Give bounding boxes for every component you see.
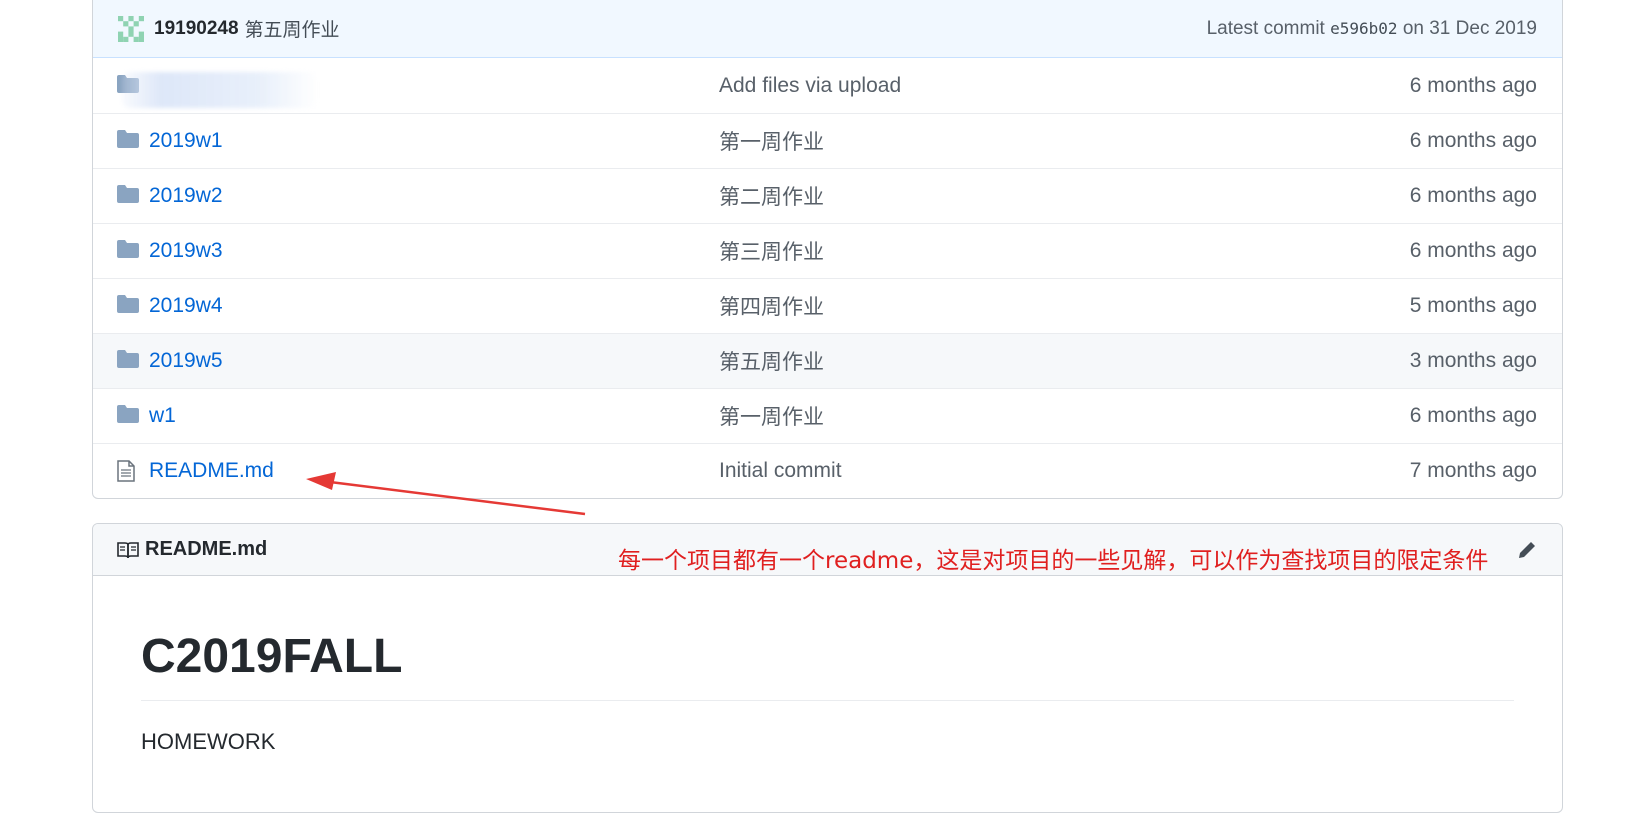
commit-age: 6 months ago [1409,129,1537,152]
latest-commit-bar: 19190248 第五周作业 Latest commit e596b02 on … [93,0,1562,58]
commit-date: on 31 Dec 2019 [1402,17,1537,39]
commit-message-link[interactable]: Initial commit [719,459,1410,483]
file-name-link[interactable]: 2019w3 [149,239,719,263]
file-name-link[interactable]: 2019w4 [149,294,719,318]
commit-message-link[interactable]: 第四周作业 [719,291,1410,321]
commit-age: 6 months ago [1409,184,1537,207]
latest-commit-label: Latest commit [1206,17,1325,39]
book-icon [117,541,139,559]
commit-age: 7 months ago [1409,459,1537,482]
commit-message-link[interactable]: 第五周作业 [719,346,1410,376]
readme-text: HOMEWORK [141,729,276,754]
commit-message-link[interactable]: Add files via upload [719,74,1410,98]
file-row[interactable]: 2019w2 第二周作业 6 months ago [93,168,1562,223]
folder-icon [117,130,139,152]
annotation-text: 每一个项目都有一个readme，这是对项目的一些见解，可以作为查找项目的限定条件 [618,548,1489,574]
folder-icon [117,240,139,262]
latest-commit-info: Latest commit e596b02 on 31 Dec 2019 [1207,18,1537,40]
file-row[interactable]: 2019w1 第一周作业 6 months ago [93,113,1562,168]
folder-icon [117,405,139,427]
file-icon [117,460,139,482]
file-name-link[interactable]: 2019w2 [149,184,719,208]
readme-title: C2019FALL [141,628,1514,701]
redacted-folder-name [122,72,318,108]
file-row[interactable]: README.md Initial commit 7 months ago [93,443,1562,498]
file-name-link[interactable]: w1 [149,404,719,428]
commit-age: 5 months ago [1409,294,1537,317]
commit-message[interactable]: 第五周作业 [245,15,340,42]
commit-author[interactable]: 19190248 [154,18,239,40]
file-name-link[interactable]: 2019w1 [149,129,719,153]
file-row[interactable]: w1 第一周作业 6 months ago [93,388,1562,443]
file-name-link[interactable]: 2019w5 [149,349,719,373]
commit-sha[interactable]: e596b02 [1330,19,1397,38]
commit-age: 3 months ago [1409,349,1537,372]
commit-age: 6 months ago [1409,73,1537,97]
folder-icon [117,295,139,317]
pencil-icon[interactable] [1516,539,1538,567]
commit-message-link[interactable]: 第三周作业 [719,236,1410,266]
avatar[interactable] [118,15,144,42]
file-row[interactable]: 2019w3 第三周作业 6 months ago [93,223,1562,278]
folder-icon [117,185,139,207]
commit-message-link[interactable]: 第一周作业 [719,401,1410,431]
commit-age: 6 months ago [1409,404,1537,427]
commit-message-link[interactable]: 第一周作业 [719,126,1410,156]
file-row[interactable]: 2019w4 第四周作业 5 months ago [93,278,1562,333]
file-name-link[interactable]: README.md [149,459,719,483]
readme-content: C2019FALL HOMEWORK [93,628,1562,755]
commit-message-link[interactable]: 第二周作业 [719,181,1410,211]
folder-icon [117,350,139,372]
commit-age: 6 months ago [1409,239,1537,262]
file-row[interactable]: 2019w5 第五周作业 3 months ago [93,333,1562,388]
readme-filename: README.md [145,538,268,560]
